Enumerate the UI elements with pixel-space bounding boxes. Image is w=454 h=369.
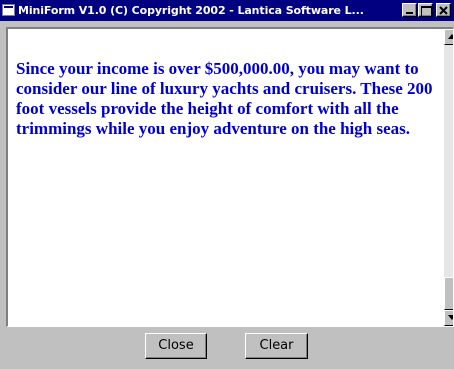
scroll-up-button[interactable]: [444, 29, 453, 45]
close-button[interactable]: Close: [145, 333, 207, 359]
button-bar: Close Clear: [0, 329, 454, 369]
arrow-down-icon: [448, 315, 453, 320]
clear-button[interactable]: Clear: [245, 333, 308, 359]
arrow-up-icon: [448, 34, 453, 39]
message-text: Since your income is over $500,000.00, y…: [16, 59, 433, 138]
vertical-scrollbar[interactable]: [444, 29, 453, 326]
close-icon: [439, 6, 448, 15]
close-window-button[interactable]: [436, 3, 451, 17]
scroll-down-button[interactable]: [444, 310, 453, 326]
maximize-button[interactable]: [418, 3, 433, 17]
miniform-window: MiniForm V1.0 (C) Copyright 2002 - Lanti…: [0, 0, 454, 369]
app-icon: [2, 4, 15, 16]
minimize-button[interactable]: [402, 3, 417, 17]
window-title: MiniForm V1.0 (C) Copyright 2002 - Lanti…: [18, 4, 364, 17]
scroll-thumb[interactable]: [444, 277, 453, 310]
title-bar[interactable]: MiniForm V1.0 (C) Copyright 2002 - Lanti…: [0, 0, 454, 21]
message-area[interactable]: Since your income is over $500,000.00, y…: [6, 27, 454, 327]
